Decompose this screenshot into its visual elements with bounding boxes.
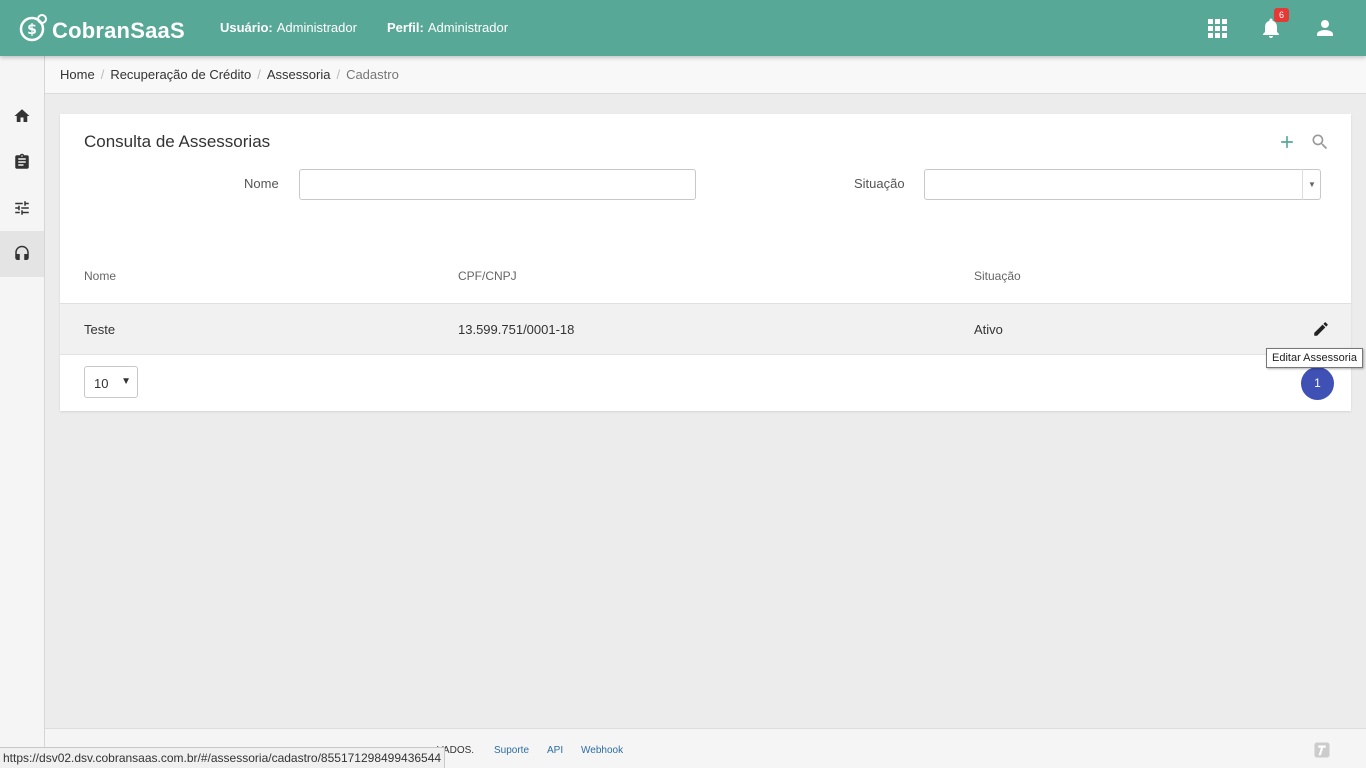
brand-name: CobranSaaS [52,17,185,43]
footer-logo-icon [1314,742,1330,758]
breadcrumb-separator: / [257,67,261,82]
column-header-cpf-cnpj[interactable]: CPF/CNPJ [458,269,517,283]
footer-link-suporte[interactable]: Suporte [494,745,529,756]
brand-logo[interactable]: $ CobranSaaS [19,11,185,45]
svg-text:$: $ [27,22,37,38]
cell-situacao: Ativo [974,322,1003,337]
page-size-value: 10 [94,376,109,391]
logo-icon: $ [19,14,47,42]
nome-input[interactable] [299,169,696,200]
page-title: Consulta de Assessorias [84,132,271,151]
breadcrumb-home[interactable]: Home [60,67,95,82]
situacao-label: Situação [854,176,905,191]
cell-cpf-cnpj: 13.599.751/0001-18 [458,322,575,337]
nav-item-settings[interactable] [0,185,44,231]
breadcrumb-cadastro: Cadastro [346,67,399,82]
current-profile: Perfil: Administrador [387,20,508,35]
nav-item-home[interactable] [0,93,44,139]
situacao-select[interactable] [924,169,1321,200]
consulta-card: Consulta de Assessorias Nome Situação ▼ … [60,114,1351,411]
plus-icon[interactable] [1277,132,1297,152]
top-app-bar: $ CobranSaaS Usuário: Administrador Perfi… [0,0,1366,56]
user-value: Administrador [276,20,357,35]
footer-link-webhook[interactable]: Webhook [581,745,623,756]
headset-icon [15,245,29,260]
footer-link-api[interactable]: API [547,745,563,756]
edit-tooltip: Editar Assessoria [1266,348,1363,368]
breadcrumb-assessoria[interactable]: Assessoria [267,67,331,82]
page-size-select[interactable]: 10 ▼ [84,366,138,398]
breadcrumb: Home / Recuperação de Crédito / Assessoria / C… [45,56,1366,94]
current-user: Usuário: Administrador [220,20,357,35]
clipboard-icon [15,153,29,169]
notification-badge: 6 [1274,8,1289,22]
column-header-nome[interactable]: Nome [84,269,116,283]
edit-pencil-icon[interactable] [1312,320,1330,338]
nav-item-assessoria[interactable] [0,231,44,277]
breadcrumb-separator: / [336,67,341,82]
user-label: Usuário: [220,20,273,35]
home-icon [14,109,30,122]
profile-label: Perfil: [387,20,424,35]
browser-status-url: https://dsv02.dsv.cobransaas.com.br/#/as… [0,747,446,768]
sliders-icon [15,201,29,215]
nav-item-clipboard[interactable] [0,139,44,185]
chevron-down-icon: ▼ [121,376,131,387]
user-icon[interactable] [1313,16,1337,40]
breadcrumb-separator: / [100,67,105,82]
search-icon[interactable] [1310,132,1330,152]
breadcrumb-recuperacao[interactable]: Recuperação de Crédito [110,67,251,82]
profile-value: Administrador [427,20,509,35]
table-row[interactable]: Teste 13.599.751/0001-18 Ativo [60,304,1351,355]
nome-label: Nome [244,176,279,191]
apps-grid-icon[interactable] [1205,16,1229,40]
chevron-down-icon[interactable]: ▼ [1302,169,1321,200]
cell-nome: Teste [84,322,116,337]
side-nav [0,56,45,768]
column-header-situacao[interactable]: Situação [974,269,1021,283]
page-button-current[interactable]: 1 [1301,367,1334,400]
